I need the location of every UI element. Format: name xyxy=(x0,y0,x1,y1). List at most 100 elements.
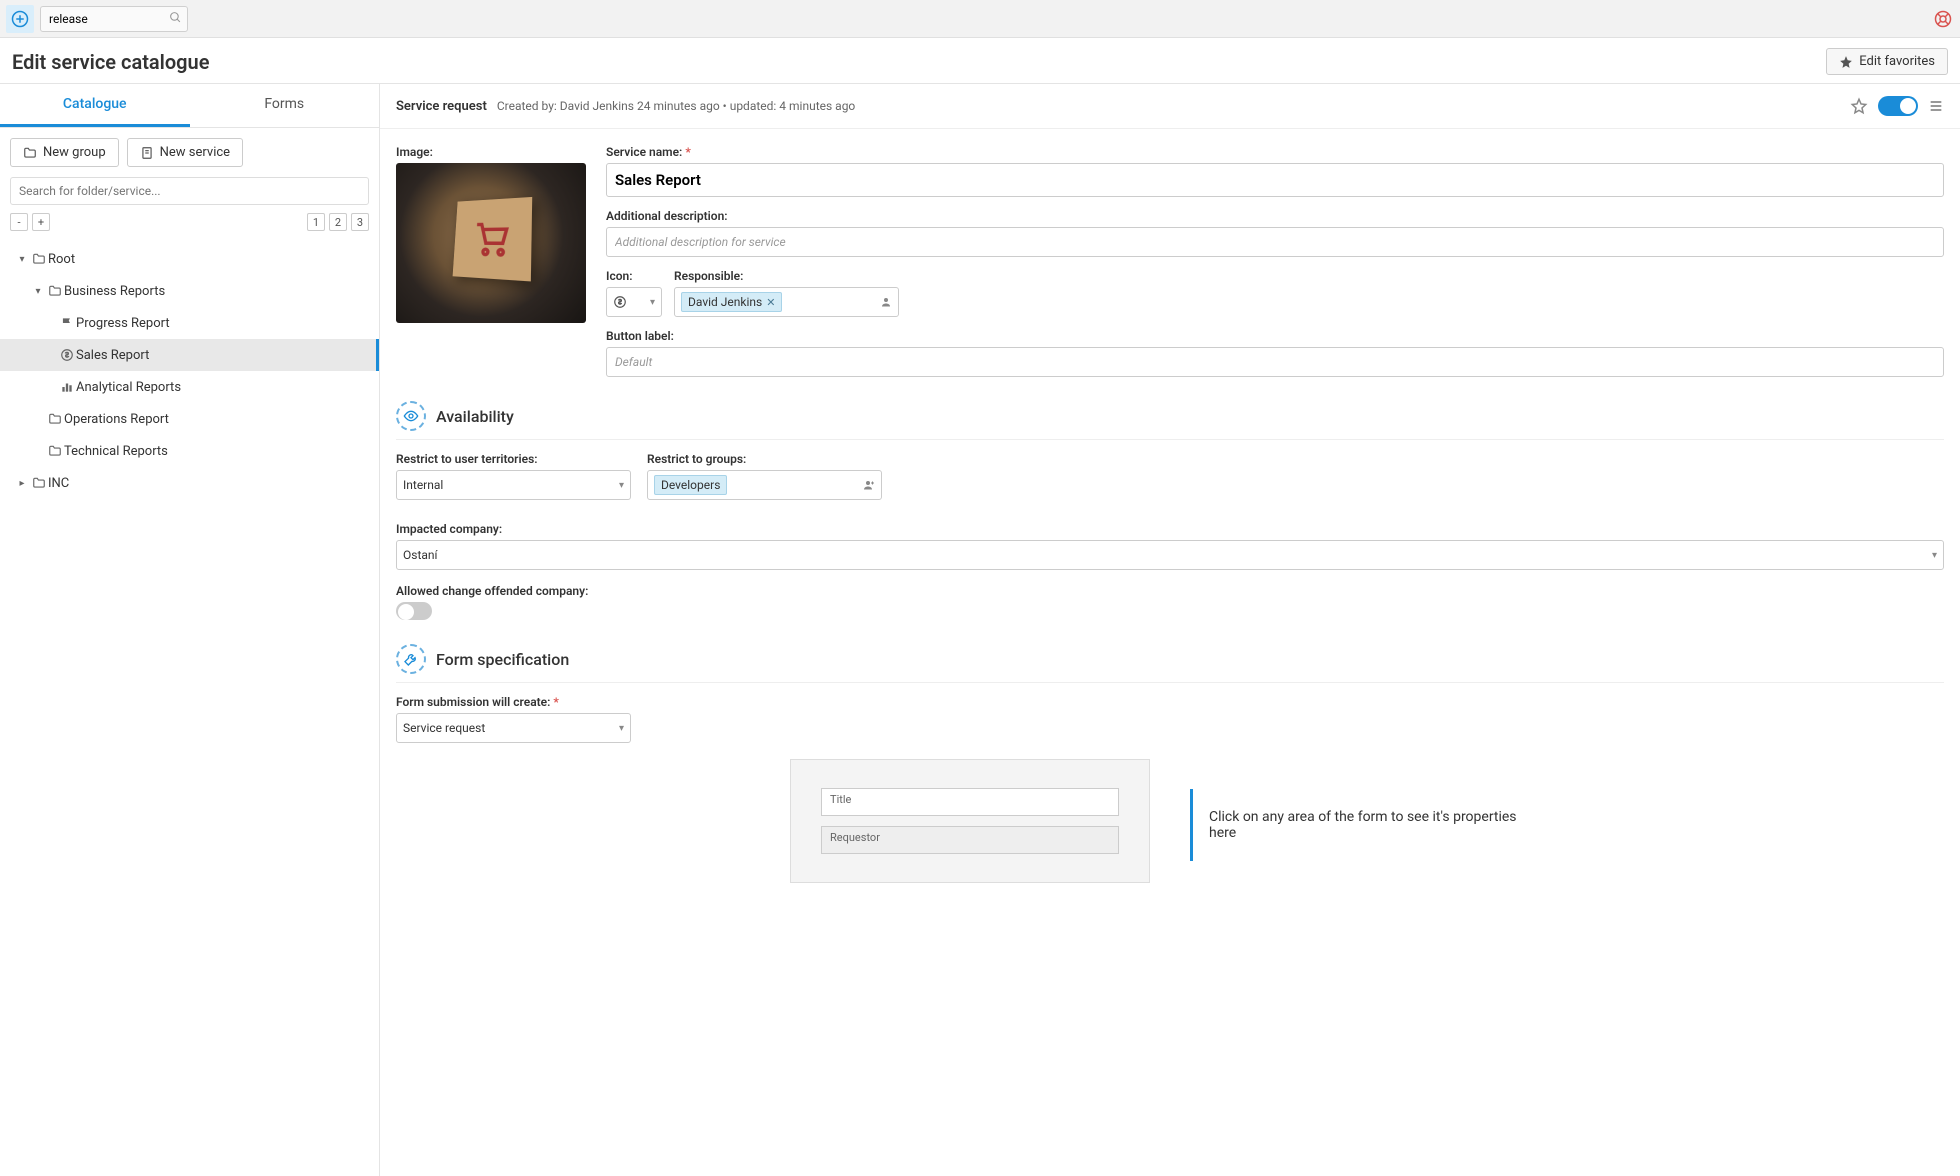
chevron-right-icon: ▸ xyxy=(14,478,30,489)
form-preview[interactable]: Title Requestor xyxy=(790,759,1150,883)
tree-node-operations-report[interactable]: Operations Report xyxy=(0,403,379,435)
service-name-label: Service name: xyxy=(606,145,1944,159)
more-menu-button[interactable] xyxy=(1928,98,1944,114)
tree-node-analytical-reports[interactable]: Analytical Reports xyxy=(0,371,379,403)
add-person-button[interactable] xyxy=(880,296,892,308)
responsible-chip: David Jenkins ✕ xyxy=(681,292,782,312)
tree-label: Analytical Reports xyxy=(76,380,181,395)
additional-description-input[interactable] xyxy=(606,227,1944,257)
tree-node-inc[interactable]: ▸ INC xyxy=(0,467,379,499)
restrict-groups-select[interactable]: Developers xyxy=(647,470,882,500)
expand-all-button[interactable]: + xyxy=(32,213,50,231)
button-label-label: Button label: xyxy=(606,329,1944,343)
folder-icon xyxy=(46,412,64,426)
content-header: Service request Created by: David Jenkin… xyxy=(380,84,1960,129)
form-create-value: Service request xyxy=(403,721,485,735)
chevron-down-icon: ▾ xyxy=(619,723,624,734)
new-service-button[interactable]: New service xyxy=(127,138,243,167)
allowed-change-toggle[interactable] xyxy=(396,602,432,620)
chevron-down-icon: ▾ xyxy=(650,297,655,308)
form-spec-section-header: Form specification xyxy=(396,644,1944,683)
icon-label: Icon: xyxy=(606,269,662,283)
level-3-button[interactable]: 3 xyxy=(351,213,369,231)
allowed-change-label: Allowed change offended company: xyxy=(396,584,1944,598)
folder-icon xyxy=(46,284,64,298)
star-filled-icon xyxy=(1839,55,1853,69)
tree-label: INC xyxy=(48,476,69,491)
folder-icon xyxy=(23,146,37,160)
record-type: Service request xyxy=(396,99,487,114)
page-header: Edit service catalogue Edit favorites xyxy=(0,38,1960,84)
sidebar-tabs: Catalogue Forms xyxy=(0,84,379,128)
tree-node-root[interactable]: ▾ Root xyxy=(0,243,379,275)
level-1-button[interactable]: 1 xyxy=(307,213,325,231)
new-group-button[interactable]: New group xyxy=(10,138,119,167)
dollar-icon xyxy=(58,348,76,362)
collapse-all-button[interactable]: - xyxy=(10,213,28,231)
plus-circle-icon xyxy=(11,10,29,28)
global-search-input[interactable] xyxy=(40,6,188,32)
chevron-down-icon: ▾ xyxy=(30,286,46,297)
folder-icon xyxy=(30,252,48,266)
record-meta: Created by: David Jenkins 24 minutes ago… xyxy=(497,99,855,113)
preview-field-requestor[interactable]: Requestor xyxy=(821,826,1119,854)
global-search xyxy=(40,6,188,32)
flag-icon xyxy=(58,316,76,330)
availability-section-header: Availability xyxy=(396,401,1944,440)
wrench-icon xyxy=(396,644,426,674)
chevron-down-icon: ▾ xyxy=(1932,550,1937,561)
tab-catalogue[interactable]: Catalogue xyxy=(0,84,190,127)
person-add-icon xyxy=(863,479,875,491)
eye-icon xyxy=(396,401,426,431)
top-bar xyxy=(0,0,1960,38)
add-group-button[interactable] xyxy=(863,479,875,491)
search-icon xyxy=(169,11,182,24)
tree-label: Business Reports xyxy=(64,284,165,299)
restrict-territories-select[interactable]: Internal ▾ xyxy=(396,470,631,500)
dollar-icon xyxy=(613,295,627,309)
sidebar-search-input[interactable] xyxy=(10,177,369,205)
impacted-company-label: Impacted company: xyxy=(396,522,1944,536)
form-create-select[interactable]: Service request ▾ xyxy=(396,713,631,743)
tree-node-technical-reports[interactable]: Technical Reports xyxy=(0,435,379,467)
cart-icon xyxy=(471,217,513,260)
bar-chart-icon xyxy=(58,380,76,394)
star-outline-icon xyxy=(1850,97,1868,115)
help-button[interactable] xyxy=(1932,8,1954,30)
favorite-button[interactable] xyxy=(1850,97,1868,115)
chip-label: David Jenkins xyxy=(688,295,762,309)
tree-node-sales-report[interactable]: Sales Report xyxy=(0,339,379,371)
new-service-label: New service xyxy=(160,145,230,160)
group-chip: Developers xyxy=(654,475,727,495)
button-label-input[interactable] xyxy=(606,347,1944,377)
responsible-label: Responsible: xyxy=(674,269,899,283)
form-preview-hint: Click on any area of the form to see it'… xyxy=(1190,789,1550,861)
tree-node-business-reports[interactable]: ▾ Business Reports xyxy=(0,275,379,307)
active-toggle[interactable] xyxy=(1878,96,1918,116)
image-label: Image: xyxy=(396,145,586,159)
add-button[interactable] xyxy=(6,5,34,33)
edit-favorites-button[interactable]: Edit favorites xyxy=(1826,48,1948,75)
tree-label: Operations Report xyxy=(64,412,169,427)
remove-chip-button[interactable]: ✕ xyxy=(766,296,775,309)
impacted-company-select[interactable]: Ostaní ▾ xyxy=(396,540,1944,570)
level-2-button[interactable]: 2 xyxy=(329,213,347,231)
tree-label: Sales Report xyxy=(76,348,149,363)
lifebuoy-icon xyxy=(1934,10,1952,28)
chip-label: Developers xyxy=(661,478,720,492)
tree-node-progress-report[interactable]: Progress Report xyxy=(0,307,379,339)
file-icon xyxy=(140,146,154,160)
service-name-input[interactable] xyxy=(606,163,1944,197)
restrict-territories-value: Internal xyxy=(403,478,443,492)
tab-forms[interactable]: Forms xyxy=(190,84,380,127)
icon-select[interactable]: ▾ xyxy=(606,287,662,317)
restrict-territories-label: Restrict to user territories: xyxy=(396,452,631,466)
preview-field-title[interactable]: Title xyxy=(821,788,1119,816)
page-title: Edit service catalogue xyxy=(12,50,209,74)
content-panel: Service request Created by: David Jenkin… xyxy=(380,84,1960,1176)
service-image[interactable] xyxy=(396,163,586,323)
responsible-select[interactable]: David Jenkins ✕ xyxy=(674,287,899,317)
menu-icon xyxy=(1928,98,1944,114)
form-spec-title: Form specification xyxy=(436,650,569,669)
new-group-label: New group xyxy=(43,145,106,160)
